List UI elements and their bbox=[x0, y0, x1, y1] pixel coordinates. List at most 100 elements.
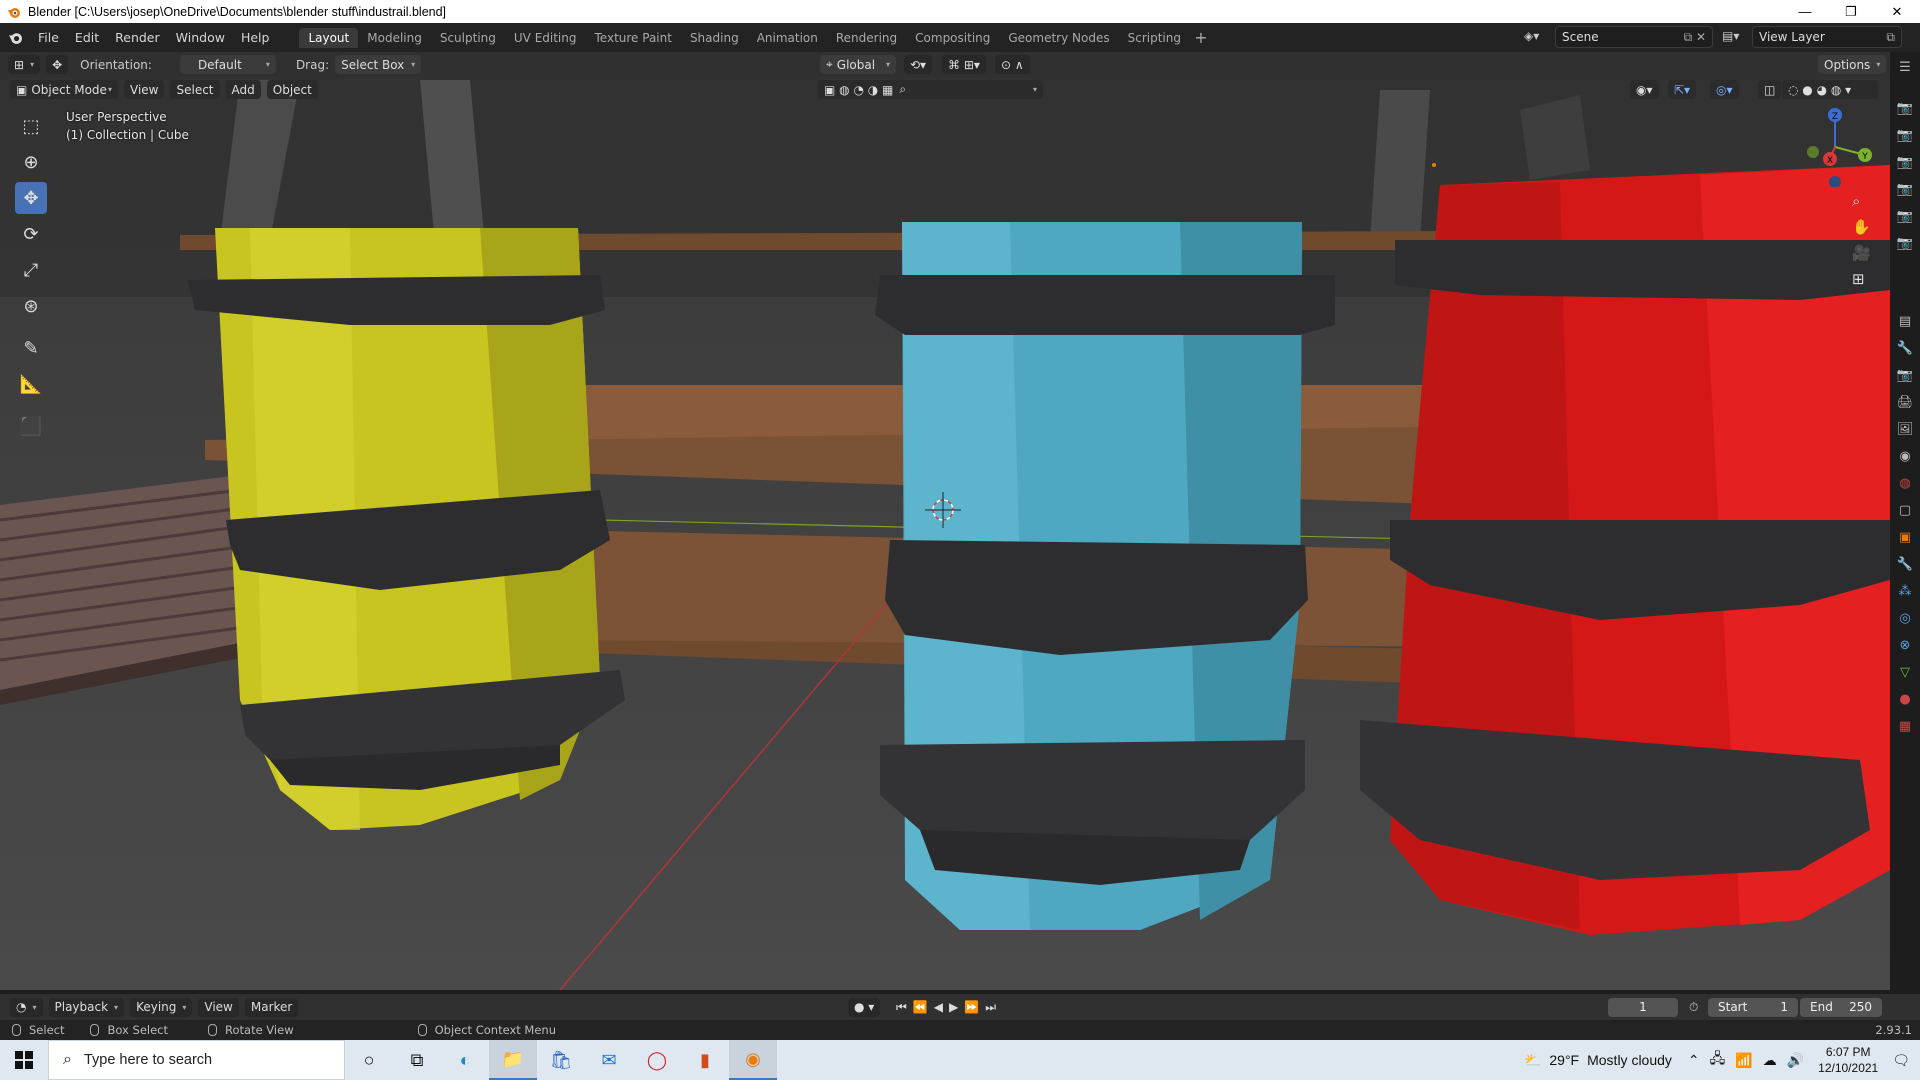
camera-toggle-icon[interactable]: 📷 bbox=[1893, 177, 1917, 201]
timeline-menu-playback[interactable]: Playback ▾ bbox=[48, 997, 125, 1017]
options-dropdown[interactable]: Options ▾ bbox=[1818, 55, 1887, 74]
scene-properties-icon[interactable]: ◉ bbox=[1893, 444, 1917, 468]
render-properties-icon[interactable]: 📷 bbox=[1893, 363, 1917, 387]
annotate-icon[interactable]: ✎ bbox=[15, 332, 47, 364]
viewport-search-icon[interactable]: ⌕ bbox=[899, 82, 906, 97]
properties-editor-icon[interactable]: ▤ bbox=[1893, 309, 1917, 333]
gizmo-neg-y-icon[interactable] bbox=[1807, 146, 1819, 158]
file-explorer-icon[interactable]: 📁 bbox=[489, 1040, 537, 1080]
camera-toggle-icon[interactable]: 📷 bbox=[1893, 96, 1917, 120]
output-properties-icon[interactable]: 🖨 bbox=[1893, 390, 1917, 414]
tab-texture-paint[interactable]: Texture Paint bbox=[586, 28, 681, 48]
taskbar-search-box[interactable]: ⌕ Type here to search bbox=[48, 1040, 345, 1080]
measure-icon[interactable]: 📐 bbox=[15, 368, 47, 400]
menu-edit[interactable]: Edit bbox=[67, 30, 107, 45]
constraints-properties-icon[interactable]: ⊗ bbox=[1893, 633, 1917, 657]
opera-browser-icon[interactable]: ◯ bbox=[633, 1040, 681, 1080]
visibility-icon[interactable]: ◉▾ bbox=[1630, 80, 1659, 99]
overlay-toggle-icon[interactable]: ◎▾ bbox=[1710, 80, 1739, 99]
current-frame-field[interactable]: 1 bbox=[1608, 997, 1678, 1017]
tab-rendering[interactable]: Rendering bbox=[827, 28, 906, 48]
orientation-dropdown[interactable]: Default ▾ bbox=[179, 55, 276, 74]
camera-toggle-icon[interactable]: 📷 bbox=[1893, 231, 1917, 255]
end-frame-field[interactable]: End 250 bbox=[1800, 997, 1882, 1017]
task-view-icon[interactable]: ⧉ bbox=[393, 1040, 441, 1080]
office-icon[interactable]: ▮ bbox=[681, 1040, 729, 1080]
rotate-icon[interactable]: ⟳ bbox=[15, 218, 47, 250]
mode-dropdown[interactable]: ▣ Object Mode ▾ bbox=[10, 80, 118, 99]
notifications-icon[interactable]: 🗨 bbox=[1892, 1052, 1910, 1069]
gizmo-toggle-icon[interactable]: ⇱▾ bbox=[1668, 80, 1697, 99]
onedrive-icon[interactable]: ☁ bbox=[1763, 1052, 1777, 1069]
viewport-menu-object[interactable]: Object bbox=[266, 80, 318, 99]
ms-store-icon[interactable]: 🛍 bbox=[537, 1040, 585, 1080]
timeline-menu-marker[interactable]: Marker bbox=[244, 997, 299, 1017]
stopwatch-icon[interactable]: ⏱ bbox=[1689, 1000, 1698, 1015]
mail-icon[interactable]: ✉ bbox=[585, 1040, 633, 1080]
object-properties-icon[interactable]: ▣ bbox=[1893, 525, 1917, 549]
jump-end-icon[interactable]: ⏭ bbox=[985, 1000, 996, 1015]
weather-desc[interactable]: Mostly cloudy bbox=[1587, 1052, 1672, 1068]
pan-hand-icon[interactable]: ✋ bbox=[1852, 218, 1871, 236]
weather-icon[interactable]: ⛅ bbox=[1524, 1052, 1541, 1069]
select-mode-icons[interactable]: ▣ ◍ ◔ ◑ ▦ bbox=[824, 83, 893, 97]
transform-icon[interactable]: ⊛ bbox=[15, 290, 47, 322]
next-keyframe-icon[interactable]: ⏩ bbox=[964, 1000, 979, 1015]
physics-properties-icon[interactable]: ◎ bbox=[1893, 606, 1917, 630]
start-button[interactable] bbox=[0, 1040, 48, 1080]
show-hidden-icons-icon[interactable]: ⌃ bbox=[1688, 1052, 1700, 1069]
viewport-menu-add[interactable]: Add bbox=[225, 80, 261, 99]
tab-layout[interactable]: Layout bbox=[299, 27, 359, 48]
weather-temp[interactable]: 29°F bbox=[1549, 1052, 1579, 1068]
view-layer-selector[interactable]: View Layer ⧉ bbox=[1752, 26, 1902, 48]
xray-icon[interactable]: ◫ bbox=[1758, 80, 1782, 99]
timeline-menu-view[interactable]: View bbox=[198, 997, 239, 1017]
navigation-gizmo[interactable]: Z Y X bbox=[1795, 107, 1875, 187]
transform-orientation-dropdown[interactable]: ⌖ Global ▾ bbox=[820, 55, 896, 74]
clock[interactable]: 6:07 PM 12/10/2021 bbox=[1818, 1044, 1878, 1076]
timeline-menu-keying[interactable]: Keying ▾ bbox=[130, 997, 193, 1017]
camera-toggle-icon[interactable]: 📷 bbox=[1893, 204, 1917, 228]
add-workspace-button[interactable]: + bbox=[1190, 28, 1212, 47]
tab-sculpting[interactable]: Sculpting bbox=[431, 28, 505, 48]
prev-keyframe-icon[interactable]: ⏪ bbox=[913, 1000, 928, 1015]
modifier-properties-icon[interactable]: 🔧 bbox=[1893, 552, 1917, 576]
close-button[interactable]: ✕ bbox=[1874, 0, 1920, 23]
collection-properties-icon[interactable]: ▢ bbox=[1893, 498, 1917, 522]
blender-menu-icon[interactable] bbox=[0, 30, 30, 45]
data-properties-icon[interactable]: ▽ bbox=[1893, 660, 1917, 684]
chevron-down-icon[interactable]: ▾ bbox=[1033, 85, 1037, 94]
shading-mode-buttons[interactable]: ◌ ● ◕ ◍ ▾ bbox=[1782, 80, 1878, 99]
selection-mode-buttons[interactable]: ▣ ◍ ◔ ◑ ▦ ⌕ ▾ bbox=[818, 80, 1043, 99]
move-icon[interactable]: ✥ bbox=[15, 182, 47, 214]
menu-file[interactable]: File bbox=[30, 30, 67, 45]
view-layer-icon[interactable]: ▤▾ bbox=[1722, 29, 1739, 43]
tab-modeling[interactable]: Modeling bbox=[358, 28, 431, 48]
material-properties-icon[interactable]: ● bbox=[1893, 687, 1917, 711]
menu-window[interactable]: Window bbox=[168, 30, 233, 45]
menu-render[interactable]: Render bbox=[107, 30, 168, 45]
view-layer-copy-icon[interactable]: ⧉ bbox=[1886, 30, 1895, 45]
tab-compositing[interactable]: Compositing bbox=[906, 28, 999, 48]
particles-properties-icon[interactable]: ⁂ bbox=[1893, 579, 1917, 603]
ortho-grid-icon[interactable]: ⊞ bbox=[1852, 270, 1871, 288]
wifi-icon[interactable]: 📶 bbox=[1735, 1052, 1752, 1069]
scene-copy-icon[interactable]: ⧉ ✕ bbox=[1684, 30, 1706, 45]
outliner-icon[interactable]: ☰ bbox=[1893, 55, 1917, 79]
drag-dropdown[interactable]: Select Box ▾ bbox=[335, 55, 422, 74]
camera-icon[interactable]: 🎥 bbox=[1852, 244, 1871, 262]
minimize-button[interactable]: — bbox=[1782, 0, 1828, 23]
add-cube-icon[interactable]: ⬛ bbox=[15, 410, 47, 442]
active-tool-move-icon[interactable]: ✥ bbox=[46, 55, 69, 74]
snap-icon[interactable]: ⌘ ⊞▾ bbox=[942, 55, 986, 74]
tab-geometry-nodes[interactable]: Geometry Nodes bbox=[999, 28, 1118, 48]
volume-icon[interactable]: 🔊 bbox=[1787, 1052, 1804, 1069]
blender-taskbar-icon[interactable]: ◉ bbox=[729, 1040, 777, 1080]
editor-type-icon[interactable]: ⊞ ▾ bbox=[8, 55, 41, 74]
menu-help[interactable]: Help bbox=[233, 30, 278, 45]
edge-browser-icon[interactable]: ◐ bbox=[441, 1040, 489, 1080]
tab-uv-editing[interactable]: UV Editing bbox=[505, 28, 586, 48]
viewport-menu-view[interactable]: View bbox=[124, 80, 165, 99]
camera-toggle-icon[interactable]: 📷 bbox=[1893, 123, 1917, 147]
play-reverse-icon[interactable]: ◀ bbox=[934, 1000, 943, 1015]
